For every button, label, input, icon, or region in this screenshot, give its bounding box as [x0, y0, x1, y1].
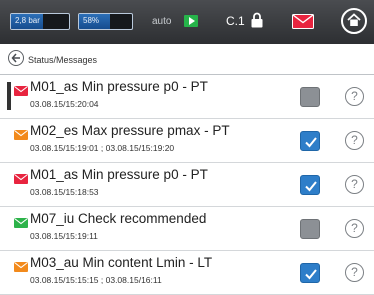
pressure-gauge-label: 2,8 bar — [15, 16, 40, 25]
checkmark-icon — [305, 269, 317, 280]
level-gauge-label: 58% — [83, 16, 100, 25]
mail-alert-icon[interactable] — [292, 14, 314, 29]
help-button[interactable]: ? — [345, 131, 364, 150]
help-button[interactable]: ? — [345, 219, 364, 238]
message-timestamp: 03.08.15/15:19:01 ; 03.08.15/15:19:20 — [30, 143, 175, 153]
help-button[interactable]: ? — [345, 175, 364, 194]
message-row[interactable]: M01_as Min pressure p0 - PT 03.08.15/15:1… — [0, 163, 374, 207]
page-title: Status/Messages — [28, 55, 98, 65]
message-title: M03_au Min content Lmin - LT — [30, 255, 213, 270]
help-button[interactable]: ? — [345, 263, 364, 282]
message-title: M01_as Min pressure p0 - PT — [30, 167, 208, 182]
lock-icon[interactable] — [251, 12, 263, 28]
status-header: Status/Messages — [0, 44, 374, 75]
envelope-icon — [14, 215, 28, 228]
home-icon — [347, 13, 361, 26]
acknowledge-checkbox[interactable] — [300, 175, 320, 195]
selection-marker — [7, 82, 11, 110]
home-button[interactable] — [341, 8, 367, 34]
top-bar: 2,8 bar 58% auto C.1 — [0, 0, 374, 44]
level-gauge: 58% — [78, 13, 133, 30]
back-button[interactable] — [8, 50, 24, 66]
message-row[interactable]: M03_au Min content Lmin - LT 03.08.15/15:… — [0, 251, 374, 295]
message-timestamp: 03.08.15/15:18:53 — [30, 187, 99, 197]
message-row[interactable]: M02_es Max pressure pmax - PT 03.08.15/15… — [0, 119, 374, 163]
acknowledge-checkbox[interactable] — [300, 131, 320, 151]
message-list: M01_as Min pressure p0 - PT 03.08.15/15:2… — [0, 75, 374, 295]
arrow-left-icon — [11, 53, 20, 63]
checkmark-icon — [305, 181, 317, 192]
acknowledge-checkbox[interactable] — [300, 219, 320, 239]
envelope-icon — [14, 259, 28, 272]
message-title: M07_iu Check recommended — [30, 211, 207, 226]
pressure-gauge: 2,8 bar — [10, 13, 70, 30]
message-row[interactable]: M01_as Min pressure p0 - PT 03.08.15/15:2… — [0, 75, 374, 119]
code-label: C.1 — [226, 14, 245, 28]
play-icon[interactable] — [184, 15, 198, 27]
help-button[interactable]: ? — [345, 87, 364, 106]
message-timestamp: 03.08.15/15:19:11 — [30, 231, 98, 241]
envelope-icon — [14, 171, 28, 184]
message-timestamp: 03.08.15/15:15:15 ; 03.08.15/16:11 — [30, 275, 162, 285]
mode-label: auto — [152, 16, 172, 27]
message-title: M02_es Max pressure pmax - PT — [30, 123, 230, 138]
acknowledge-checkbox[interactable] — [300, 87, 320, 107]
message-timestamp: 03.08.15/15:20:04 — [30, 99, 99, 109]
envelope-icon — [14, 83, 28, 96]
envelope-icon — [14, 127, 28, 140]
message-title: M01_as Min pressure p0 - PT — [30, 79, 208, 94]
message-row[interactable]: M07_iu Check recommended 03.08.15/15:19:1… — [0, 207, 374, 251]
acknowledge-checkbox[interactable] — [300, 263, 320, 283]
checkmark-icon — [305, 137, 317, 148]
